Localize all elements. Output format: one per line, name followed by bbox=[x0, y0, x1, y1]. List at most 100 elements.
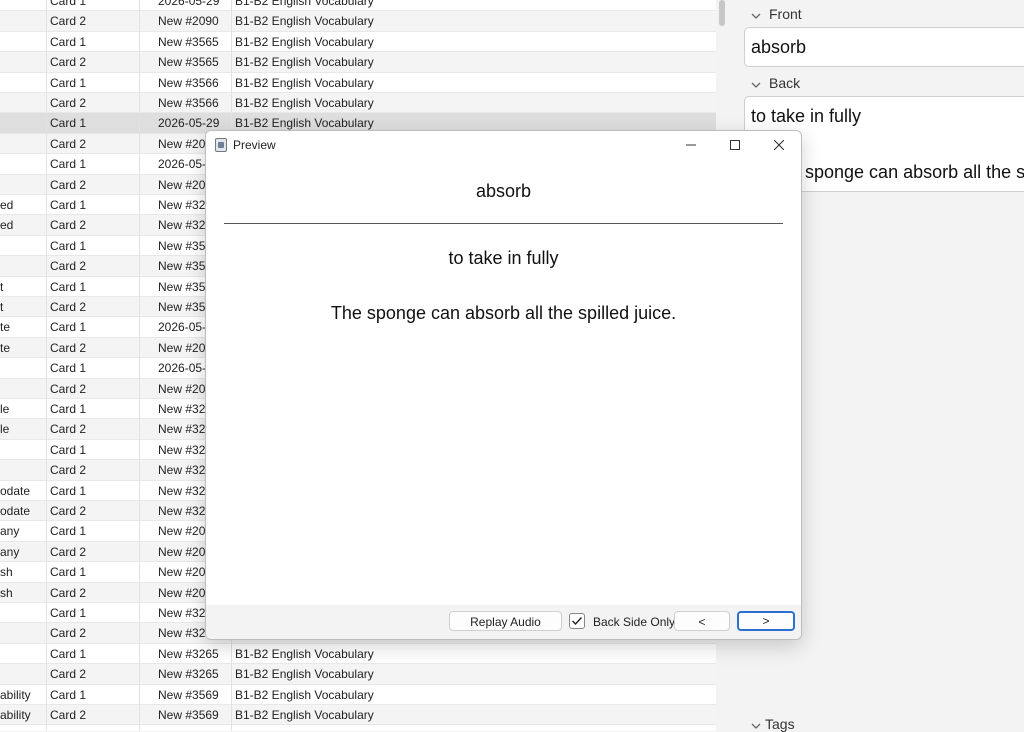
table-cell: sh bbox=[0, 565, 13, 580]
table-cell: New #3565 bbox=[158, 55, 219, 70]
previous-card-button[interactable]: < bbox=[674, 611, 730, 631]
table-cell: Card 2 bbox=[50, 96, 87, 110]
table-cell: Card 2 bbox=[50, 14, 87, 29]
table-cell bbox=[0, 460, 46, 479]
answer-divider bbox=[224, 223, 783, 224]
table-cell: B1-B2 English Vocabulary bbox=[235, 34, 374, 49]
table-row[interactable]: ability Card 1 New #3569 B1-B2 English Voca… bbox=[0, 685, 716, 705]
table-cell: Card 2 bbox=[50, 340, 87, 355]
table-cell bbox=[0, 154, 46, 173]
table-cell bbox=[0, 73, 46, 92]
table-row[interactable]: ability Card 2 New #3569 B1-B2 English Voca… bbox=[0, 705, 716, 726]
table-row[interactable]: Card 2 New #3565 B1-B2 English Vocabulary bbox=[0, 52, 716, 73]
front-field-input[interactable]: absorb bbox=[744, 27, 1024, 67]
table-cell bbox=[0, 0, 46, 10]
table-cell: le bbox=[0, 402, 10, 416]
maximize-icon bbox=[730, 140, 740, 150]
minimize-icon bbox=[686, 144, 696, 146]
table-cell: any bbox=[0, 524, 20, 539]
table-cell bbox=[0, 623, 46, 642]
table-cell bbox=[0, 664, 46, 683]
table-cell: odate bbox=[0, 483, 31, 498]
replay-audio-button[interactable]: Replay Audio bbox=[449, 611, 562, 631]
table-row[interactable]: Card 2 New #2090 B1-B2 English Vocabulary bbox=[0, 11, 716, 32]
table-cell: odate bbox=[0, 504, 31, 518]
table-cell: Card 1 bbox=[50, 606, 87, 620]
table-cell: B1-B2 English Vocabulary bbox=[235, 0, 374, 8]
close-icon bbox=[774, 140, 784, 150]
table-cell bbox=[0, 113, 46, 132]
table-cell: Card 1 bbox=[50, 75, 87, 90]
tags-field-label: Tags bbox=[765, 716, 795, 732]
table-cell: Card 1 bbox=[50, 238, 87, 253]
column-divider bbox=[46, 0, 47, 731]
table-cell: B1-B2 English Vocabulary bbox=[235, 646, 374, 661]
table-row[interactable]: Card 1 New #3565 B1-B2 English Vocabulary bbox=[0, 32, 716, 53]
table-row[interactable]: Card 1 New #3566 B1-B2 English Vocabulary bbox=[0, 73, 716, 93]
table-cell: Card 1 bbox=[50, 320, 87, 335]
table-cell: Card 1 bbox=[50, 483, 87, 498]
minimize-button[interactable] bbox=[669, 131, 713, 159]
table-cell: Card 2 bbox=[50, 177, 87, 192]
table-cell: te bbox=[0, 340, 11, 355]
table-cell: New #3566 bbox=[158, 75, 219, 90]
table-cell: Card 2 bbox=[50, 381, 87, 396]
table-row[interactable]: Card 1 New #3265 B1-B2 English Vocabulary bbox=[0, 644, 716, 665]
checkmark-icon bbox=[572, 617, 583, 626]
close-button[interactable] bbox=[757, 131, 801, 159]
table-cell: Card 2 bbox=[50, 504, 87, 518]
table-cell: Card 1 bbox=[50, 157, 87, 172]
scrollbar-thumb[interactable] bbox=[719, 0, 725, 26]
table-row[interactable]: Card 1 2026-05-29 B1-B2 English Vocabulary bbox=[0, 0, 716, 12]
table-cell bbox=[0, 256, 46, 275]
table-cell: 2026-05-29 bbox=[158, 0, 220, 8]
table-cell: B1-B2 English Vocabulary bbox=[235, 55, 374, 70]
table-cell: New #3565 bbox=[158, 34, 219, 49]
back-field-label: Back bbox=[769, 75, 801, 91]
table-cell: Card 2 bbox=[50, 626, 87, 641]
table-cell: ability bbox=[0, 687, 31, 702]
table-cell: Card 1 bbox=[50, 442, 87, 457]
table-cell: Card 2 bbox=[50, 463, 87, 478]
maximize-button[interactable] bbox=[713, 131, 757, 159]
back-side-only-label: Back Side Only bbox=[593, 615, 676, 629]
table-cell: New #3569 bbox=[158, 687, 219, 702]
column-divider bbox=[139, 0, 140, 731]
table-cell: Card 1 bbox=[50, 279, 87, 294]
table-cell: New #2090 bbox=[158, 14, 219, 29]
table-cell: Card 2 bbox=[50, 259, 87, 274]
table-cell: Card 1 bbox=[50, 361, 87, 376]
dialog-titlebar[interactable]: Preview bbox=[206, 131, 801, 159]
table-cell: Card 2 bbox=[50, 544, 87, 559]
front-field-label: Front bbox=[769, 6, 802, 22]
preview-example: The sponge can absorb all the spilled ju… bbox=[330, 303, 677, 323]
table-row[interactable]: Card 2 New #3265 B1-B2 English Vocabulary bbox=[0, 664, 716, 685]
table-cell bbox=[0, 93, 46, 112]
dialog-title: Preview bbox=[233, 138, 276, 152]
table-cell: Card 2 bbox=[50, 667, 87, 682]
back-side-only-checkbox[interactable] bbox=[569, 613, 585, 629]
table-cell: t bbox=[0, 300, 4, 314]
table-cell: te bbox=[0, 320, 11, 335]
table-cell: Card 1 bbox=[50, 0, 87, 8]
table-cell: Card 1 bbox=[50, 687, 87, 702]
table-cell: Card 1 bbox=[50, 565, 87, 580]
chevron-down-icon[interactable] bbox=[750, 720, 762, 732]
table-cell: New #3265 bbox=[158, 667, 219, 682]
chevron-down-icon[interactable] bbox=[750, 10, 762, 22]
table-row[interactable]: Card 2 New #3566 B1-B2 English Vocabulary bbox=[0, 93, 716, 114]
chevron-down-icon[interactable] bbox=[750, 79, 762, 91]
next-card-button[interactable]: > bbox=[737, 611, 795, 631]
table-cell bbox=[0, 644, 46, 663]
table-cell: Card 2 bbox=[50, 300, 87, 314]
table-cell bbox=[0, 134, 46, 153]
table-cell: Card 2 bbox=[50, 422, 87, 437]
back-field-example: sponge can absorb all the sp bbox=[805, 162, 1024, 182]
table-cell bbox=[0, 236, 46, 255]
table-cell bbox=[0, 11, 46, 30]
table-cell bbox=[0, 440, 46, 459]
table-cell: B1-B2 English Vocabulary bbox=[235, 96, 374, 110]
table-cell: New #3566 bbox=[158, 96, 219, 110]
table-cell bbox=[0, 52, 46, 71]
table-cell: New #3569 bbox=[158, 708, 219, 722]
